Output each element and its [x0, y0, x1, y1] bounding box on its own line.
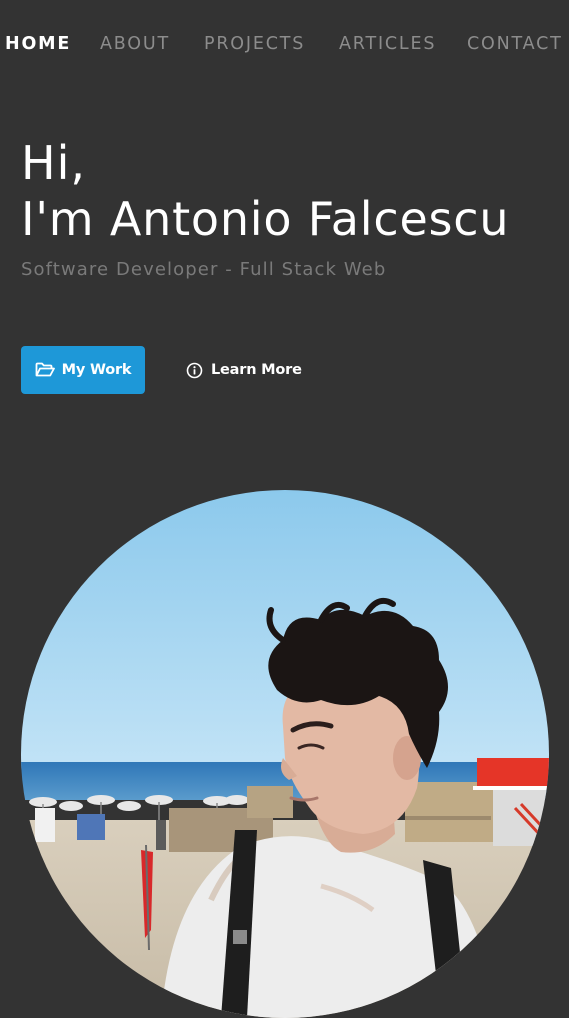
my-work-label: My Work — [61, 362, 132, 378]
top-navigation: HOME ABOUT PROJECTS ARTICLES CONTACT — [0, 0, 569, 90]
profile-photo — [21, 490, 549, 1018]
folder-open-icon — [35, 362, 55, 378]
learn-more-label: Learn More — [211, 362, 302, 378]
hero-name: I'm Antonio Falcescu — [21, 192, 510, 246]
nav-link-home[interactable]: HOME — [5, 33, 71, 55]
nav-link-contact[interactable]: CONTACT — [467, 33, 563, 55]
nav-link-articles[interactable]: ARTICLES — [339, 33, 436, 55]
hero-subtitle: Software Developer - Full Stack Web — [21, 259, 387, 280]
info-circle-icon — [186, 362, 203, 379]
my-work-button[interactable]: My Work — [21, 346, 145, 394]
nav-link-projects[interactable]: PROJECTS — [204, 33, 305, 55]
hero-greeting: Hi, — [21, 136, 86, 190]
learn-more-button[interactable]: Learn More — [186, 346, 302, 394]
nav-link-about[interactable]: ABOUT — [100, 33, 170, 55]
